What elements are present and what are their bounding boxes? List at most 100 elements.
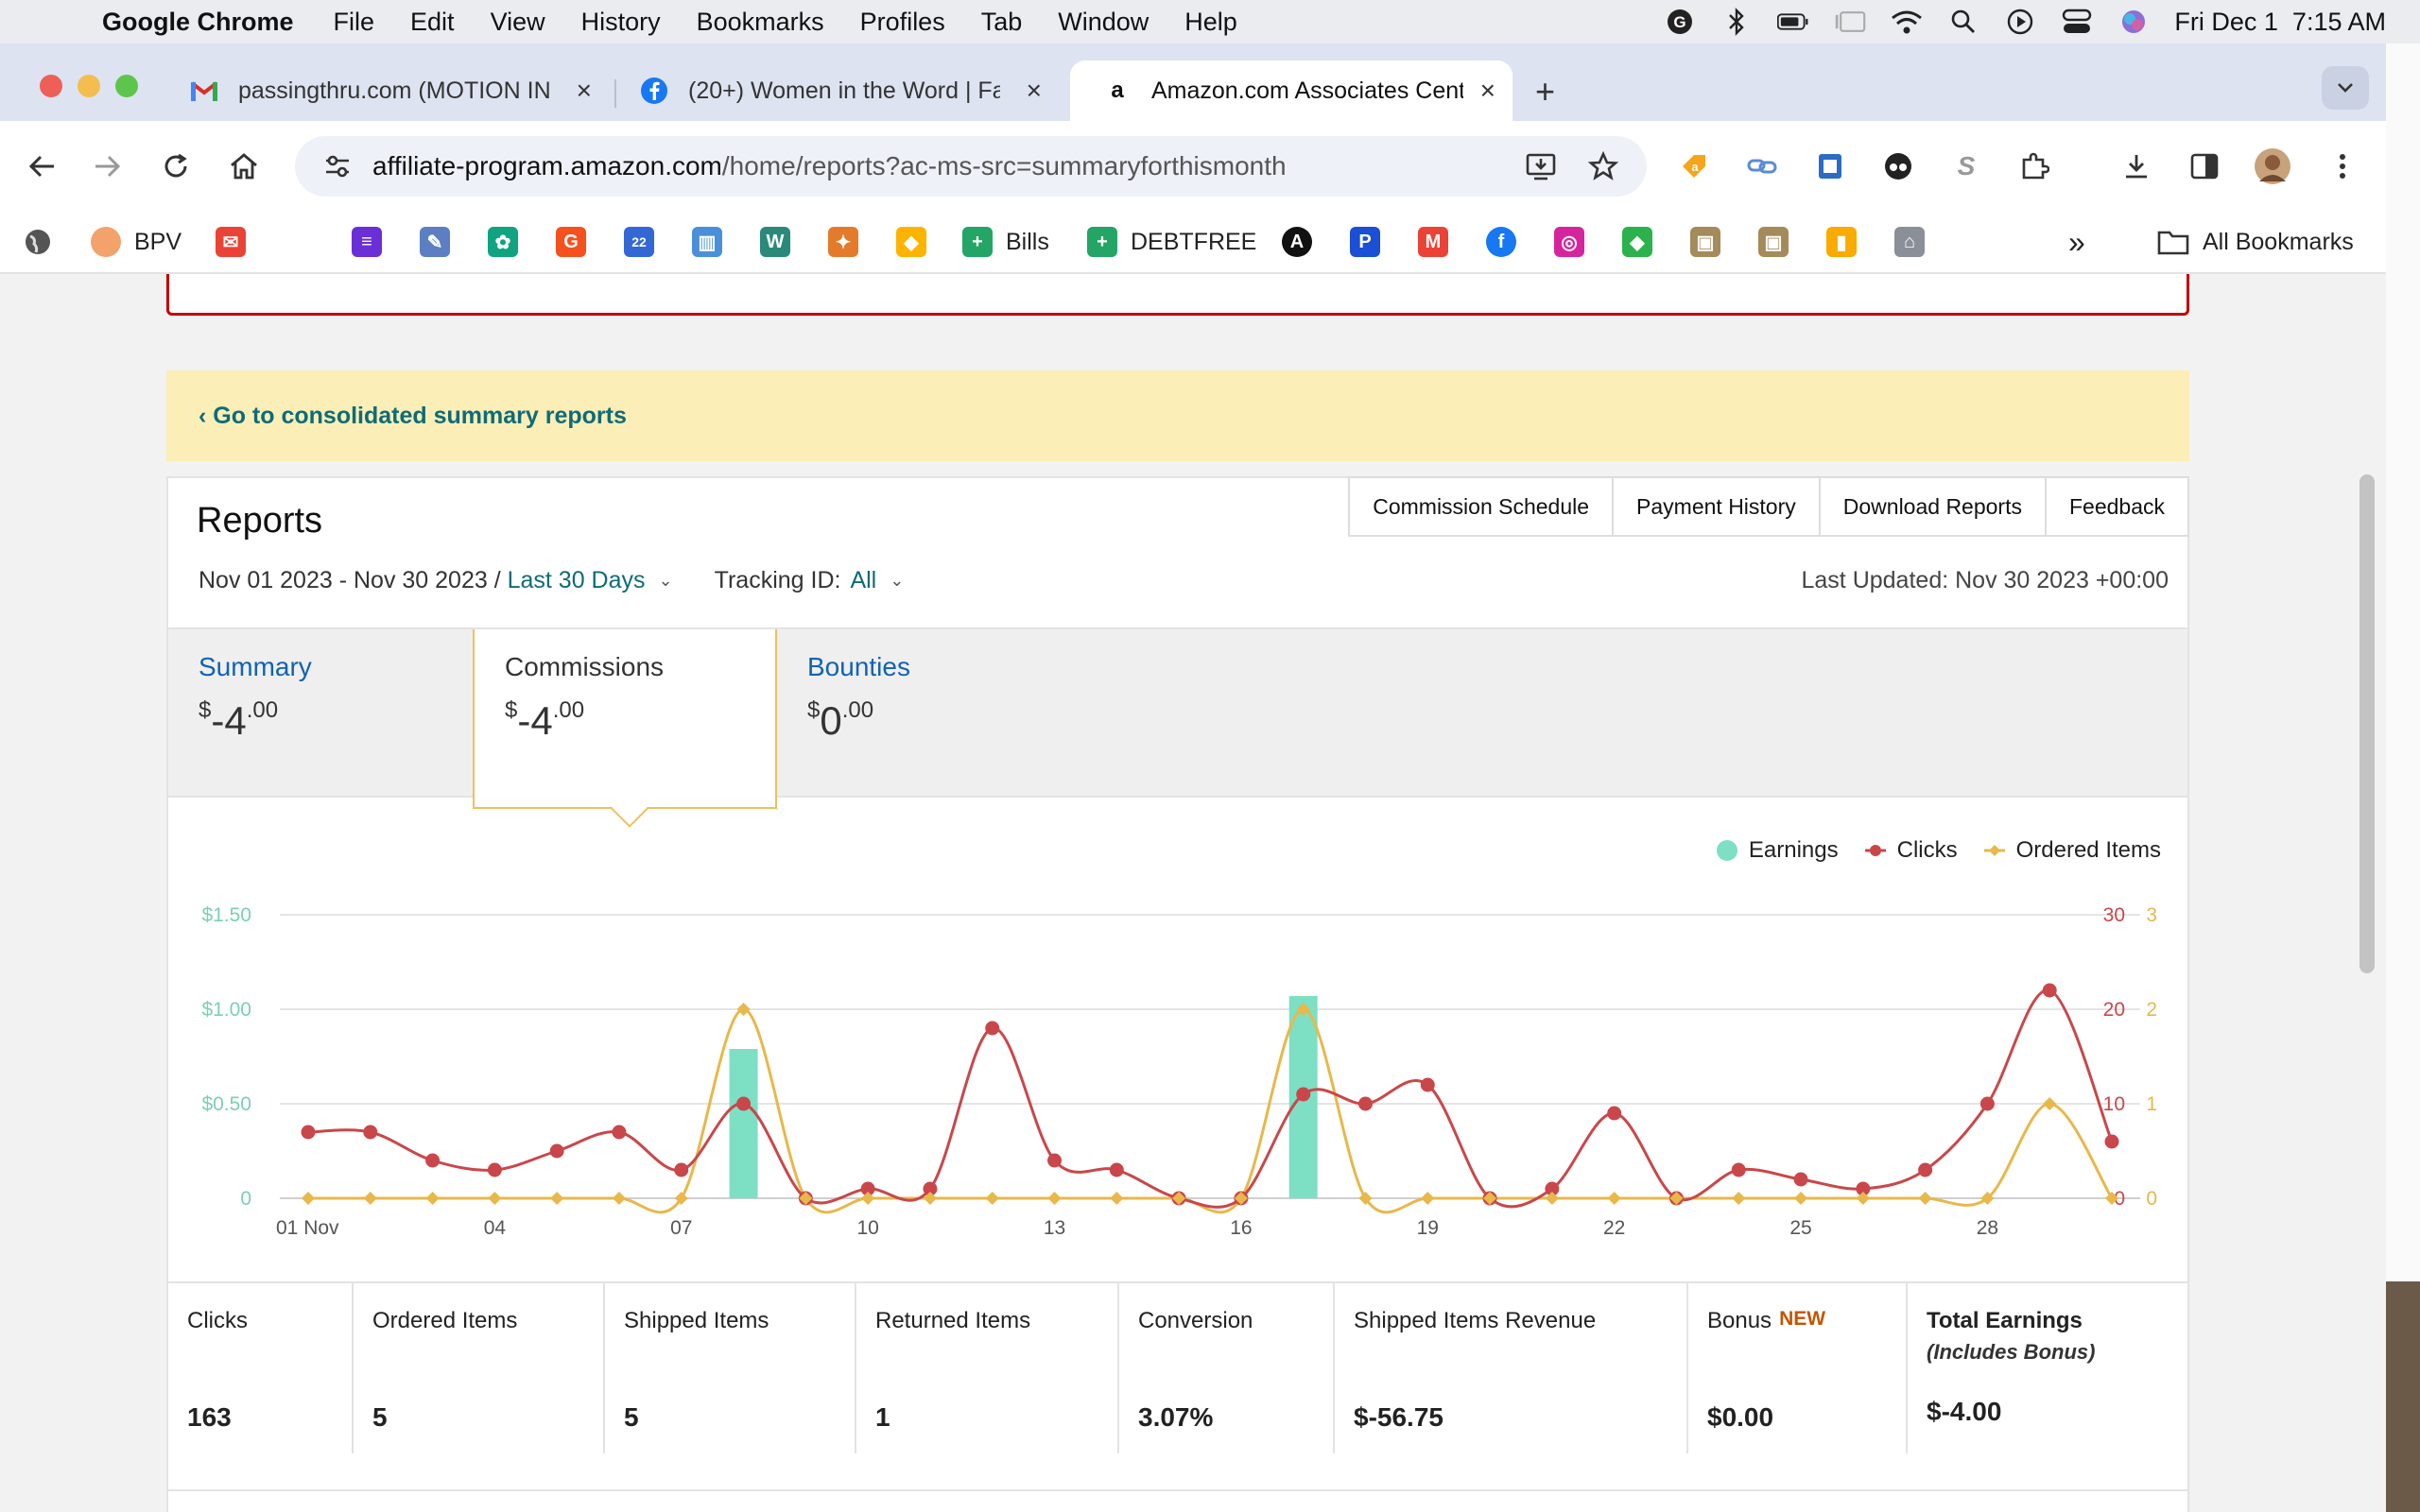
bookmark-store[interactable]: ⌂ <box>1894 223 1925 261</box>
go-to-consolidated-summary-link[interactable]: ‹ Go to consolidated summary reports <box>199 403 627 430</box>
ordered-items-point <box>736 1003 751 1016</box>
spy-extension-icon[interactable] <box>1876 144 1921 189</box>
url-host: affiliate-program.amazon.com <box>372 151 722 180</box>
menu-help[interactable]: Help <box>1184 8 1237 37</box>
menubar-datetime[interactable]: Fri Dec 1 7:15 AM <box>2174 8 2386 37</box>
bookmark-feedly[interactable]: ◆ <box>1622 223 1652 261</box>
tab-gmail[interactable]: passingthru.com (MOTION IN × <box>157 60 609 121</box>
tab-search-chevron-icon[interactable] <box>2322 66 2369 110</box>
bookmark-a[interactable]: A <box>1282 223 1312 261</box>
bookmark-w[interactable]: W <box>760 223 790 261</box>
stat-value: 163 <box>187 1402 232 1432</box>
window-close-button[interactable] <box>40 75 62 97</box>
menu-profiles[interactable]: Profiles <box>860 8 945 37</box>
stat-value: 5 <box>624 1402 639 1432</box>
close-tab-icon[interactable]: × <box>1027 76 1042 106</box>
clipboard-extension-icon[interactable] <box>1807 144 1853 189</box>
new-tab-button[interactable]: + <box>1535 72 1555 112</box>
side-panel-icon[interactable] <box>2182 144 2227 189</box>
stat-value: $-56.75 <box>1354 1402 1443 1432</box>
svg-text:G: G <box>1674 13 1686 31</box>
profile-avatar[interactable] <box>2250 144 2295 189</box>
menu-edit[interactable]: Edit <box>410 8 455 37</box>
scrollbar-thumb[interactable] <box>2360 474 2375 973</box>
tab-amazon-associates[interactable]: a Amazon.com Associates Cent × <box>1070 60 1512 121</box>
bookmark-p[interactable]: P <box>1350 223 1380 261</box>
menu-view[interactable]: View <box>491 8 545 37</box>
control-center-icon[interactable] <box>2061 6 2093 38</box>
menu-app-name[interactable]: Google Chrome <box>102 8 294 37</box>
all-bookmarks-folder[interactable]: All Bookmarks <box>2157 223 2354 261</box>
bookmark-calendar[interactable]: 22 <box>624 223 654 261</box>
bookmark-stripe-lines[interactable]: ≡ <box>352 223 382 261</box>
bookmark-globe[interactable] <box>23 223 53 261</box>
feather-icon: ✎ <box>420 227 450 257</box>
address-bar[interactable]: affiliate-program.amazon.com/home/report… <box>295 136 1647 197</box>
bookmark-box-2[interactable]: ▣ <box>1758 223 1789 261</box>
install-app-icon[interactable] <box>1518 144 1564 189</box>
x-tick-label: 28 <box>1977 1217 1998 1239</box>
page-scrollbar[interactable] <box>2348 274 2386 1512</box>
clicks-point <box>487 1162 502 1177</box>
globe-icon <box>26 230 50 254</box>
spotlight-search-icon[interactable] <box>1947 6 1979 38</box>
bookmark-gmail-2[interactable]: M <box>1418 223 1448 261</box>
reload-button[interactable] <box>153 144 199 189</box>
extensions-puzzle-icon[interactable] <box>2012 144 2057 189</box>
menu-window[interactable]: Window <box>1058 8 1149 37</box>
siri-icon[interactable] <box>2118 6 2150 38</box>
bookmark-butterfly[interactable]: ✦ <box>828 223 858 261</box>
y-tick-label-ordered: 1 <box>2146 1093 2157 1115</box>
forward-button[interactable] <box>85 144 130 189</box>
y-tick-label-clicks: 10 <box>2103 1093 2125 1115</box>
menu-bookmarks[interactable]: Bookmarks <box>697 8 824 37</box>
bookmark-star-icon[interactable] <box>1581 144 1626 189</box>
grammarly-status-icon[interactable]: G <box>1664 6 1696 38</box>
close-tab-icon[interactable]: × <box>577 76 592 106</box>
back-button[interactable] <box>19 144 64 189</box>
bookmark-grammarly[interactable]: G <box>556 223 586 261</box>
battery-icon[interactable] <box>1777 6 1809 38</box>
link-extension-icon[interactable] <box>1739 144 1785 189</box>
ordered-items-point <box>550 1192 564 1205</box>
bookmark-facebook[interactable]: f <box>1486 223 1516 261</box>
bookmark-chatgpt[interactable]: ✿ <box>488 223 518 261</box>
home-button[interactable] <box>221 144 267 189</box>
bookmark-feather[interactable]: ✎ <box>420 223 450 261</box>
downloads-icon[interactable] <box>2114 144 2159 189</box>
bookmarks-overflow-chevron-icon[interactable]: » <box>2068 223 2085 261</box>
s-extension-icon[interactable]: S <box>1944 144 1989 189</box>
bookmark-airtable[interactable]: ◆ <box>896 223 926 261</box>
screen-mirror-icon[interactable] <box>1834 6 1866 38</box>
menu-history[interactable]: History <box>581 8 661 37</box>
window-zoom-button[interactable] <box>115 75 138 97</box>
bonus-label: Bonus <box>1707 1308 1772 1333</box>
x-tick-label: 07 <box>670 1217 692 1239</box>
bookmark-instagram[interactable]: ◎ <box>1554 223 1584 261</box>
ordered-items-point <box>985 1192 999 1205</box>
bookmark-bpv[interactable]: BPV <box>91 223 182 261</box>
bookmark-bills[interactable]: + Bills <box>962 223 1049 261</box>
tab-facebook[interactable]: (20+) Women in the Word | Fa × <box>607 60 1059 121</box>
bookmark-gmail[interactable]: ✉ <box>216 223 246 261</box>
url-text[interactable]: affiliate-program.amazon.com/home/report… <box>372 151 1287 181</box>
site-info-icon[interactable] <box>314 143 361 190</box>
bookmark-label: Bills <box>1006 228 1049 255</box>
close-tab-icon[interactable]: × <box>1480 76 1495 106</box>
bookmark-debtfree[interactable]: + DEBTFREE <box>1087 223 1256 261</box>
window-minimize-button[interactable] <box>78 75 100 97</box>
ordered-items-point <box>425 1192 440 1205</box>
bluetooth-icon[interactable] <box>1720 6 1753 38</box>
bookmark-chart[interactable]: ▥ <box>692 223 722 261</box>
desktop-edge <box>2386 43 2420 1512</box>
wifi-icon[interactable] <box>1891 6 1923 38</box>
chrome-menu-icon[interactable] <box>2320 144 2365 189</box>
store-icon: ⌂ <box>1894 227 1925 257</box>
menu-tab[interactable]: Tab <box>981 8 1023 37</box>
play-circle-icon[interactable] <box>2004 6 2036 38</box>
bookmark-analytics[interactable]: ▮ <box>1826 223 1857 261</box>
box-icon: ▣ <box>1758 227 1789 257</box>
amazon-assistant-extension-icon[interactable]: a <box>1671 144 1717 189</box>
menu-file[interactable]: File <box>334 8 375 37</box>
bookmark-box-1[interactable]: ▣ <box>1690 223 1720 261</box>
